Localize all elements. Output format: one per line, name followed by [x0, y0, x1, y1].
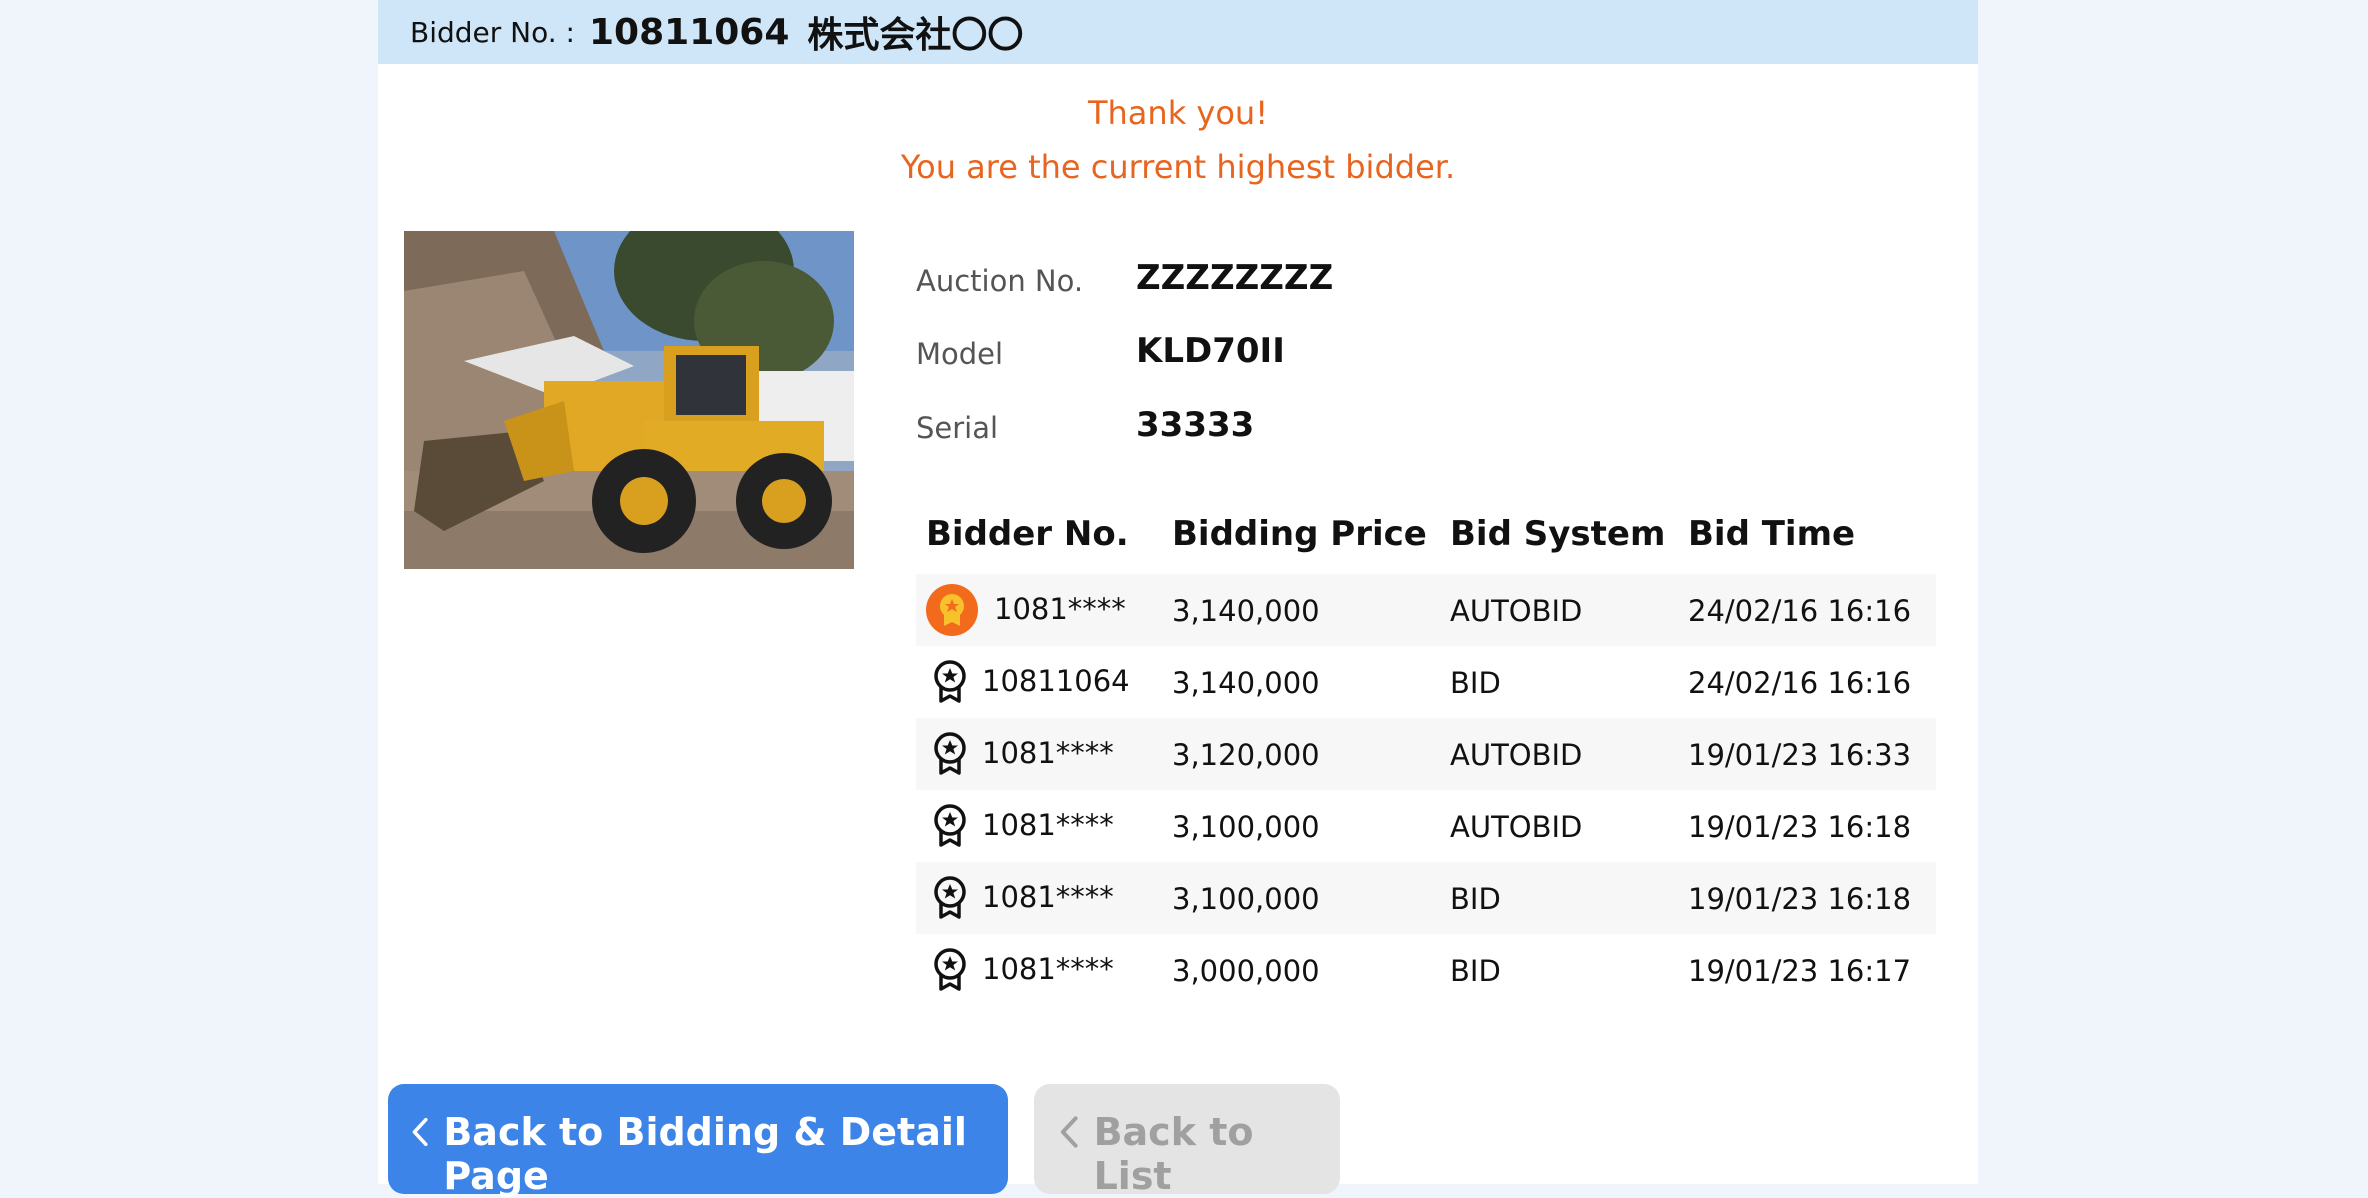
bid-time: 19/01/23 16:18: [1688, 882, 1912, 916]
bid-price: 3,120,000: [1172, 738, 1320, 772]
medal-icon: [934, 876, 966, 919]
bid-system: AUTOBID: [1450, 594, 1583, 628]
bid-price: 3,000,000: [1172, 954, 1320, 988]
bid-price: 3,100,000: [1172, 810, 1320, 844]
bid-system: AUTOBID: [1450, 738, 1583, 772]
thanks-line: Thank you!: [1087, 94, 1269, 132]
model-row: Model KLD70II: [916, 331, 1516, 381]
col-bidder-no: Bidder No.: [926, 514, 1129, 554]
bid-time: 19/01/23 16:17: [1688, 954, 1912, 988]
medal-icon: [934, 732, 966, 775]
auction-value: ZZZZZZZZ: [1136, 258, 1334, 298]
bidder-no: 1081****: [982, 736, 1114, 770]
chevron-left-icon: [1060, 1116, 1078, 1148]
top-bidder-medal-icon: [926, 584, 978, 636]
medal-icon: [934, 804, 966, 847]
bidder-header: Bidder No. : 10811064 株式会社〇〇: [378, 0, 1978, 64]
back-to-list-label: Back to List: [1093, 1110, 1254, 1198]
col-bid-system: Bid System: [1450, 514, 1666, 554]
bidder-no: 1081****: [982, 808, 1114, 842]
table-row: 1081**** 3,120,000 AUTOBID 19/01/23 16:3…: [916, 718, 1936, 790]
table-row: 1081**** 3,100,000 AUTOBID 19/01/23 16:1…: [916, 790, 1936, 862]
bid-system: AUTOBID: [1450, 810, 1583, 844]
back-to-detail-button[interactable]: Back to Bidding & Detail Page: [388, 1084, 1008, 1198]
col-bid-time: Bid Time: [1688, 514, 1856, 554]
bid-time: 24/02/16 16:16: [1688, 594, 1912, 628]
company-name: 株式会社〇〇: [807, 15, 1024, 56]
medal-icon: [934, 660, 966, 703]
bid-price: 3,100,000: [1172, 882, 1320, 916]
col-bidding-price: Bidding Price: [1172, 514, 1427, 554]
chevron-left-icon: [412, 1117, 428, 1147]
main-panel: Bidder No. : 10811064 株式会社〇〇 Thank you! …: [378, 0, 1978, 1198]
auction-label: Auction No.: [916, 264, 1084, 298]
bid-price: 3,140,000: [1172, 594, 1320, 628]
bid-time: 19/01/23 16:33: [1688, 738, 1912, 772]
bid-time: 19/01/23 16:18: [1688, 810, 1912, 844]
item-photo: [404, 231, 854, 569]
table-row: 1081**** 3,000,000 BID 19/01/23 16:17: [916, 934, 1936, 1006]
table-row: 1081**** 3,100,000 BID 19/01/23 16:18: [916, 862, 1936, 934]
serial-value: 33333: [1136, 405, 1255, 445]
serial-row: Serial 33333: [916, 405, 1516, 455]
bid-system: BID: [1450, 666, 1501, 700]
bid-time: 24/02/16 16:16: [1688, 666, 1912, 700]
bidder-number: 10811064: [589, 11, 790, 53]
bid-system: BID: [1450, 882, 1501, 916]
serial-label: Serial: [916, 411, 999, 445]
bidder-label: Bidder No. :: [410, 15, 575, 49]
back-to-list-button[interactable]: Back to List: [1034, 1084, 1340, 1198]
model-value: KLD70II: [1136, 331, 1285, 371]
table-header: Bidder No. Bidding Price Bid System Bid …: [916, 500, 1936, 574]
auction-row: Auction No. ZZZZZZZZ: [916, 258, 1516, 308]
bidder-no: 1081****: [994, 592, 1126, 626]
bid-price: 3,140,000: [1172, 666, 1320, 700]
bid-history-table: Bidder No. Bidding Price Bid System Bid …: [916, 500, 1936, 1006]
model-label: Model: [916, 337, 1004, 371]
bid-system: BID: [1450, 954, 1501, 988]
bidder-no: 1081****: [982, 880, 1114, 914]
highest-bidder-line: You are the current highest bidder.: [900, 148, 1456, 186]
bidder-no: 10811064: [982, 664, 1130, 698]
table-row: 1081**** 3,140,000 AUTOBID 24/02/16 16:1…: [916, 574, 1936, 646]
table-row: 10811064 3,140,000 BID 24/02/16 16:16: [916, 646, 1936, 718]
back-to-detail-label: Back to Bidding & Detail Page: [443, 1110, 967, 1198]
bidder-no: 1081****: [982, 952, 1114, 986]
medal-icon: [934, 948, 966, 991]
bid-confirmation-message: Thank you! You are the current highest b…: [378, 86, 1978, 194]
